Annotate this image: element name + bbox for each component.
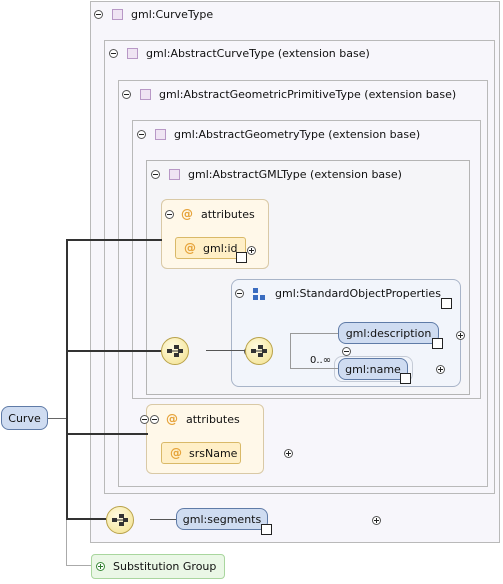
collapse-icon[interactable] xyxy=(122,90,131,99)
reference-arrow-icon xyxy=(432,338,443,349)
attribute-srsname[interactable]: @ srsName xyxy=(161,442,241,464)
abstract-gml-type-label: gml:AbstractGMLType (extension base) xyxy=(188,168,402,181)
abstract-curve-type-label: gml:AbstractCurveType (extension base) xyxy=(146,47,370,60)
attribute-label: srsName xyxy=(189,446,238,460)
attribute-icon: @ xyxy=(181,207,193,221)
complex-type-icon xyxy=(155,129,166,140)
curve-type-label: gml:CurveType xyxy=(131,8,214,21)
connector-line xyxy=(66,350,162,352)
complex-type-icon xyxy=(127,48,138,59)
reference-arrow-icon xyxy=(441,298,452,309)
complex-type-icon xyxy=(140,89,151,100)
connector-line xyxy=(290,368,338,369)
element-gml-segments[interactable]: gml:segments xyxy=(176,508,268,530)
abstract-curve-type-header[interactable]: gml:AbstractCurveType (extension base) xyxy=(109,47,370,60)
root-element-curve[interactable]: Curve xyxy=(1,406,48,430)
standard-properties-title: gml:StandardObjectProperties xyxy=(275,287,441,300)
connector-line xyxy=(290,333,291,369)
curve-type-header[interactable]: gml:CurveType xyxy=(94,8,213,21)
standard-properties-header[interactable]: gml:StandardObjectProperties xyxy=(235,287,441,300)
collapse-icon[interactable] xyxy=(150,414,159,424)
reference-arrow-icon xyxy=(400,373,411,384)
collapse-icon[interactable] xyxy=(341,347,351,356)
connector-line xyxy=(150,519,176,520)
attributes-title: attributes xyxy=(186,412,240,426)
element-gml-name[interactable]: gml:name xyxy=(338,358,408,380)
abstract-geometry-type-label: gml:AbstractGeometryType (extension base… xyxy=(174,128,421,141)
expand-icon[interactable] xyxy=(455,331,465,340)
element-gml-description[interactable]: gml:description xyxy=(338,322,439,344)
collapse-icon[interactable] xyxy=(137,130,146,139)
abstract-gml-type-header[interactable]: gml:AbstractGMLType (extension base) xyxy=(151,168,402,181)
sequence-compositor-icon[interactable] xyxy=(161,337,189,365)
connector-line xyxy=(48,418,66,419)
root-element-label: Curve xyxy=(8,411,41,425)
expand-icon[interactable] xyxy=(283,449,293,458)
connector-line xyxy=(290,333,338,334)
cardinality-label: 0..∞ xyxy=(310,355,332,366)
collapse-icon[interactable] xyxy=(165,209,174,219)
complex-type-icon xyxy=(169,169,180,180)
substitution-connector xyxy=(66,520,67,566)
complex-type-icon xyxy=(112,9,123,20)
abstract-geometry-type-header[interactable]: gml:AbstractGeometryType (extension base… xyxy=(137,128,420,141)
collapse-icon[interactable] xyxy=(139,415,149,424)
reference-arrow-icon xyxy=(236,252,247,263)
expand-icon[interactable] xyxy=(247,246,256,255)
connector-line xyxy=(206,350,246,351)
collapse-icon[interactable] xyxy=(151,170,160,179)
collapse-icon[interactable] xyxy=(109,49,118,58)
sequence-compositor-icon[interactable] xyxy=(106,506,134,534)
attributes-title: attributes xyxy=(201,207,255,221)
group-icon xyxy=(253,287,267,300)
sequence-compositor-icon[interactable] xyxy=(245,337,273,365)
expand-icon[interactable] xyxy=(96,562,105,571)
attribute-label: gml:id xyxy=(203,241,238,255)
reference-arrow-icon xyxy=(261,524,272,535)
connector-line xyxy=(66,239,162,241)
collapse-icon[interactable] xyxy=(235,289,244,298)
connector-line xyxy=(66,518,106,520)
connector-line xyxy=(66,239,68,520)
substitution-group[interactable]: Substitution Group xyxy=(91,554,225,579)
expand-icon[interactable] xyxy=(436,365,445,374)
element-label: gml:description xyxy=(345,326,432,340)
expand-icon[interactable] xyxy=(372,516,381,525)
substitution-connector xyxy=(66,565,92,566)
attributes-group-header[interactable]: @ attributes xyxy=(165,207,255,221)
attribute-icon: @ xyxy=(170,446,182,460)
attribute-icon: @ xyxy=(166,412,178,426)
attributes-group-header[interactable]: @ attributes xyxy=(150,412,240,426)
element-label: gml:segments xyxy=(182,512,262,526)
collapse-icon[interactable] xyxy=(94,10,103,19)
attribute-icon: @ xyxy=(184,241,196,255)
abstract-primitive-type-label: gml:AbstractGeometricPrimitiveType (exte… xyxy=(159,88,457,101)
substitution-group-label: Substitution Group xyxy=(113,560,217,573)
abstract-primitive-type-header[interactable]: gml:AbstractGeometricPrimitiveType (exte… xyxy=(122,88,456,101)
element-label: gml:name xyxy=(345,362,401,376)
connector-line xyxy=(66,433,148,435)
